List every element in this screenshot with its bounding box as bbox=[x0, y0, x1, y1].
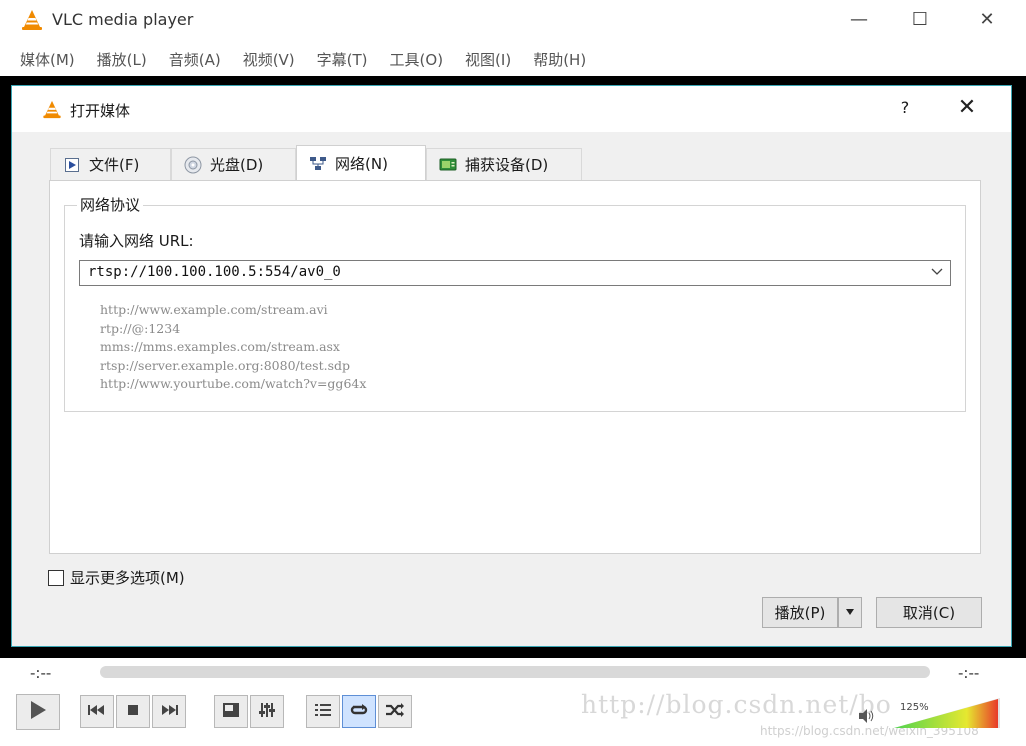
tab-disc-label: 光盘(D) bbox=[210, 156, 264, 174]
more-options-checkbox[interactable] bbox=[48, 569, 64, 586]
menu-tools[interactable]: 工具(O) bbox=[390, 49, 444, 70]
fullscreen-icon bbox=[222, 702, 240, 722]
speaker-icon[interactable] bbox=[858, 708, 876, 728]
chevron-down-icon[interactable] bbox=[930, 264, 944, 284]
seek-slider[interactable] bbox=[100, 666, 930, 678]
more-options-toggle[interactable]: 显示更多选项(M) bbox=[48, 567, 185, 588]
example-url: rtsp://server.example.org:8080/test.sdp bbox=[100, 357, 350, 373]
tab-capture-device[interactable]: 捕获设备(D) bbox=[426, 148, 582, 180]
disc-icon bbox=[184, 156, 202, 174]
menu-playback[interactable]: 播放(L) bbox=[97, 49, 147, 70]
menu-video[interactable]: 视频(V) bbox=[243, 49, 295, 70]
example-url: http://www.yourtube.com/watch?v=gg64x bbox=[100, 376, 367, 392]
menu-audio[interactable]: 音频(A) bbox=[169, 49, 221, 70]
menu-subtitle[interactable]: 字幕(T) bbox=[317, 49, 368, 70]
previous-icon bbox=[87, 704, 107, 720]
next-button[interactable] bbox=[152, 695, 186, 728]
loop-button[interactable] bbox=[342, 695, 376, 728]
total-time: -:-- bbox=[958, 664, 980, 682]
play-icon bbox=[28, 699, 48, 725]
watermark-text: http://blog.csdn.net/bo bbox=[581, 690, 892, 719]
network-protocol-group: 网络协议 请输入网络 URL: rtsp://100.100.100.5:554… bbox=[64, 194, 966, 412]
group-title: 网络协议 bbox=[77, 194, 144, 215]
window-titlebar: VLC media player — ☐ ✕ bbox=[0, 0, 1026, 40]
more-options-label: 显示更多选项(M) bbox=[70, 569, 185, 587]
stop-icon bbox=[126, 703, 140, 721]
tab-disc[interactable]: 光盘(D) bbox=[171, 148, 296, 180]
play-button[interactable]: 播放(P) bbox=[762, 597, 838, 628]
menu-media[interactable]: 媒体(M) bbox=[20, 49, 75, 70]
url-input[interactable]: rtsp://100.100.100.5:554/av0_0 bbox=[79, 260, 951, 286]
maximize-button[interactable]: ☐ bbox=[897, 4, 943, 34]
minimize-button[interactable]: — bbox=[836, 4, 882, 34]
playlist-button[interactable] bbox=[306, 695, 340, 728]
dialog-title: 打开媒体 bbox=[70, 102, 131, 120]
random-button[interactable] bbox=[378, 695, 412, 728]
menu-help[interactable]: 帮助(H) bbox=[533, 49, 586, 70]
tab-network[interactable]: 网络(N) bbox=[296, 145, 426, 181]
dropdown-arrow-icon bbox=[845, 606, 855, 619]
close-dialog-button[interactable]: ✕ bbox=[952, 95, 982, 120]
vlc-cone-icon bbox=[43, 100, 61, 119]
network-tab-panel: 网络协议 请输入网络 URL: rtsp://100.100.100.5:554… bbox=[49, 180, 981, 554]
capture-device-icon bbox=[439, 156, 457, 174]
network-icon bbox=[309, 155, 327, 173]
tab-file[interactable]: 文件(F) bbox=[50, 148, 171, 180]
close-window-button[interactable]: ✕ bbox=[964, 4, 1010, 34]
fullscreen-button[interactable] bbox=[214, 695, 248, 728]
tab-file-label: 文件(F) bbox=[89, 156, 140, 174]
example-url: http://www.example.com/stream.avi bbox=[100, 302, 328, 317]
previous-button[interactable] bbox=[80, 695, 114, 728]
loop-icon bbox=[349, 702, 369, 722]
equalizer-icon bbox=[258, 702, 276, 722]
vlc-cone-icon bbox=[22, 9, 42, 31]
menu-view[interactable]: 视图(I) bbox=[465, 49, 511, 70]
stop-button[interactable] bbox=[116, 695, 150, 728]
volume-percent: 125% bbox=[900, 702, 929, 713]
url-value[interactable]: rtsp://100.100.100.5:554/av0_0 bbox=[88, 264, 341, 280]
play-dropdown-button[interactable] bbox=[838, 597, 862, 628]
cancel-button[interactable]: 取消(C) bbox=[876, 597, 982, 628]
tab-capture-label: 捕获设备(D) bbox=[465, 156, 549, 174]
help-button[interactable]: ? bbox=[892, 98, 918, 117]
extended-settings-button[interactable] bbox=[250, 695, 284, 728]
next-icon bbox=[159, 704, 179, 720]
url-examples: http://www.example.com/stream.avi rtp://… bbox=[100, 301, 366, 394]
file-icon bbox=[63, 156, 81, 174]
open-media-dialog: 打开媒体 ? ✕ 文件(F) 光盘(D) 网络(N) 捕获设备(D) 网络协议 … bbox=[11, 85, 1012, 647]
tab-network-label: 网络(N) bbox=[335, 155, 388, 173]
play-pause-button[interactable] bbox=[16, 694, 60, 730]
playlist-icon bbox=[314, 702, 332, 722]
url-label: 请输入网络 URL: bbox=[79, 232, 194, 250]
dialog-titlebar: 打开媒体 ? ✕ bbox=[12, 86, 1011, 132]
example-url: rtp://@:1234 bbox=[100, 320, 181, 336]
menu-bar: 媒体(M) 播放(L) 音频(A) 视频(V) 字幕(T) 工具(O) 视图(I… bbox=[0, 44, 608, 74]
elapsed-time: -:-- bbox=[30, 664, 52, 682]
window-title: VLC media player bbox=[52, 10, 194, 29]
shuffle-icon bbox=[385, 702, 405, 722]
example-url: mms://mms.examples.com/stream.asx bbox=[100, 339, 340, 355]
